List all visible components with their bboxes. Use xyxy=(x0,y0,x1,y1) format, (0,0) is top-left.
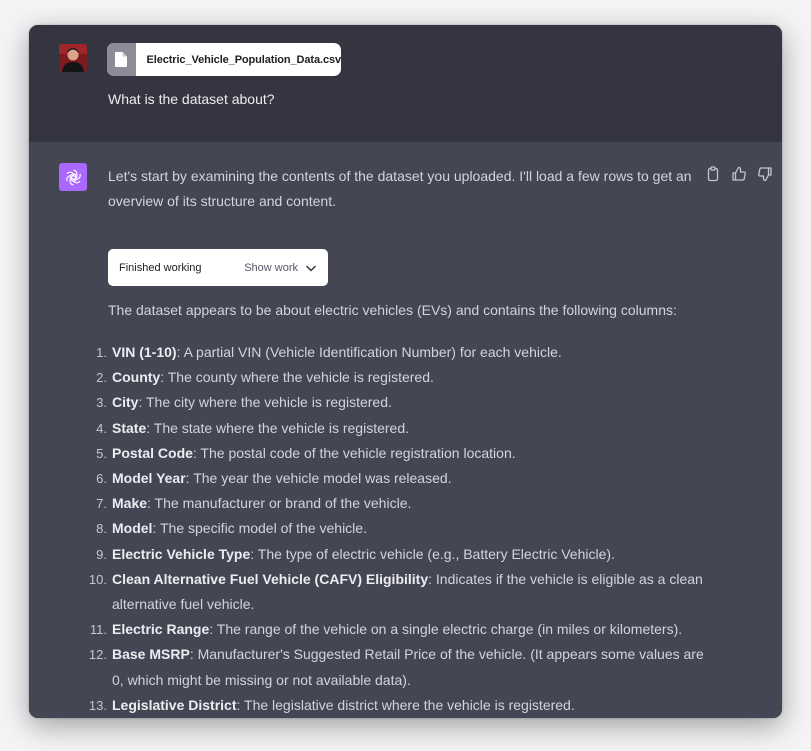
list-item: 8. Model: The specific model of the vehic… xyxy=(84,516,704,541)
list-item: 3. City: The city where the vehicle is re… xyxy=(84,390,704,415)
column-description: : The specific model of the vehicle. xyxy=(152,520,367,537)
column-description: : The type of electric vehicle (e.g., Ba… xyxy=(250,545,615,562)
column-name: Postal Code xyxy=(112,444,193,461)
column-description: : The year the vehicle model was release… xyxy=(185,470,452,487)
list-item: 10. Clean Alternative Fuel Vehicle (CAFV)… xyxy=(84,567,704,617)
column-name: Electric Range xyxy=(112,621,210,638)
document-icon xyxy=(107,43,136,76)
list-item-number: 12. xyxy=(88,647,107,663)
user-message: Electric_Vehicle_Population_Data.csv Wha… xyxy=(29,25,782,142)
file-name: Electric_Vehicle_Population_Data.csv xyxy=(146,53,342,66)
list-item-text: State: The state where the vehicle is re… xyxy=(112,416,704,441)
list-item-text: Electric Vehicle Type: The type of elect… xyxy=(112,542,704,567)
list-item: 13. Legislative District: The legislative… xyxy=(84,693,704,718)
list-item: 12. Base MSRP: Manufacturer's Suggested R… xyxy=(84,642,704,692)
column-name: VIN (1-10) xyxy=(112,344,177,360)
column-description: : The postal code of the vehicle registr… xyxy=(192,444,516,461)
list-item: 6. Model Year: The year the vehicle model… xyxy=(84,466,704,491)
list-item-text: Legislative District: The legislative di… xyxy=(112,693,704,718)
thumbs-down-icon[interactable] xyxy=(757,166,773,182)
list-item-text: Base MSRP: Manufacturer's Suggested Reta… xyxy=(112,642,704,692)
list-item: 9. Electric Vehicle Type: The type of ele… xyxy=(84,542,704,567)
columns-list: 1. VIN (1-10): A partial VIN (Vehicle Ide… xyxy=(84,340,704,718)
attached-file[interactable]: Electric_Vehicle_Population_Data.csv xyxy=(107,43,341,76)
column-name: Electric Vehicle Type xyxy=(112,545,251,562)
column-name: Model xyxy=(112,520,153,537)
list-item: 5. Postal Code: The postal code of the ve… xyxy=(84,441,704,466)
chatgpt-logo-icon xyxy=(59,163,87,191)
list-item-text: Clean Alternative Fuel Vehicle (CAFV) El… xyxy=(112,567,704,617)
list-item-number: 3. xyxy=(96,395,107,411)
list-item-number: 1. xyxy=(96,345,107,360)
list-item-number: 11. xyxy=(89,622,107,638)
list-item-text: Model: The specific model of the vehicle… xyxy=(112,516,704,541)
column-name: Base MSRP xyxy=(112,646,190,663)
list-item: 4. State: The state where the vehicle is … xyxy=(84,416,704,441)
list-item-text: City: The city where the vehicle is regi… xyxy=(112,390,704,415)
column-description: : The legislative district where the veh… xyxy=(236,696,575,713)
list-item-text: County: The county where the vehicle is … xyxy=(112,365,704,390)
list-item-number: 7. xyxy=(96,496,107,512)
user-question-text: What is the dataset about? xyxy=(108,91,275,107)
list-item-number: 6. xyxy=(96,471,107,487)
list-item-number: 9. xyxy=(96,546,107,562)
column-description: : The state where the vehicle is registe… xyxy=(146,419,410,436)
list-item-number: 2. xyxy=(96,370,107,386)
column-description: : Manufacturer's Suggested Retail Price … xyxy=(112,646,704,688)
column-name: County xyxy=(112,369,161,386)
list-item-text: VIN (1-10): A partial VIN (Vehicle Ident… xyxy=(112,340,704,365)
list-item-number: 10. xyxy=(88,571,107,587)
list-item-text: Postal Code: The postal code of the vehi… xyxy=(112,441,704,466)
chevron-down-icon[interactable] xyxy=(306,259,316,277)
column-description: : The manufacturer or brand of the vehic… xyxy=(147,495,412,512)
column-name: City xyxy=(112,394,139,411)
user-avatar xyxy=(59,44,87,72)
column-name: Model Year xyxy=(112,470,186,487)
list-item: 11. Electric Range: The range of the vehi… xyxy=(84,617,704,642)
list-item: 1. VIN (1-10): A partial VIN (Vehicle Ide… xyxy=(84,340,704,365)
dataset-summary-text: The dataset appears to be about electric… xyxy=(108,302,677,318)
column-description: : The county where the vehicle is regist… xyxy=(160,369,434,386)
list-item: 2. County: The county where the vehicle i… xyxy=(84,365,704,390)
column-name: State xyxy=(112,419,147,436)
work-status-label: Finished working xyxy=(119,261,202,274)
column-description: : The range of the vehicle on a single e… xyxy=(209,621,683,638)
assistant-intro-text: Let's start by examining the contents of… xyxy=(108,168,692,209)
list-item-number: 8. xyxy=(96,521,107,537)
thumbs-up-icon[interactable] xyxy=(731,166,747,182)
chat-window: Electric_Vehicle_Population_Data.csv Wha… xyxy=(29,25,782,718)
finished-working-toggle[interactable]: Finished working Show work xyxy=(108,249,328,286)
column-description: : The city where the vehicle is register… xyxy=(138,394,392,411)
column-name: Make xyxy=(112,495,148,512)
list-item-text: Make: The manufacturer or brand of the v… xyxy=(112,491,704,516)
copy-icon[interactable] xyxy=(705,166,721,182)
list-item-text: Electric Range: The range of the vehicle… xyxy=(112,617,704,642)
show-work-button[interactable]: Show work xyxy=(244,262,298,274)
list-item: 7. Make: The manufacturer or brand of the… xyxy=(84,491,704,516)
column-name: Clean Alternative Fuel Vehicle (CAFV) El… xyxy=(112,570,429,587)
column-description: : A partial VIN (Vehicle Identification … xyxy=(176,344,562,360)
list-item-number: 5. xyxy=(96,445,107,461)
list-item-number: 4. xyxy=(96,420,107,436)
message-actions xyxy=(705,166,773,182)
list-item-number: 13. xyxy=(88,697,107,713)
list-item-text: Model Year: The year the vehicle model w… xyxy=(112,466,704,491)
assistant-message: Let's start by examining the contents of… xyxy=(29,142,782,718)
column-name: Legislative District xyxy=(112,696,237,713)
